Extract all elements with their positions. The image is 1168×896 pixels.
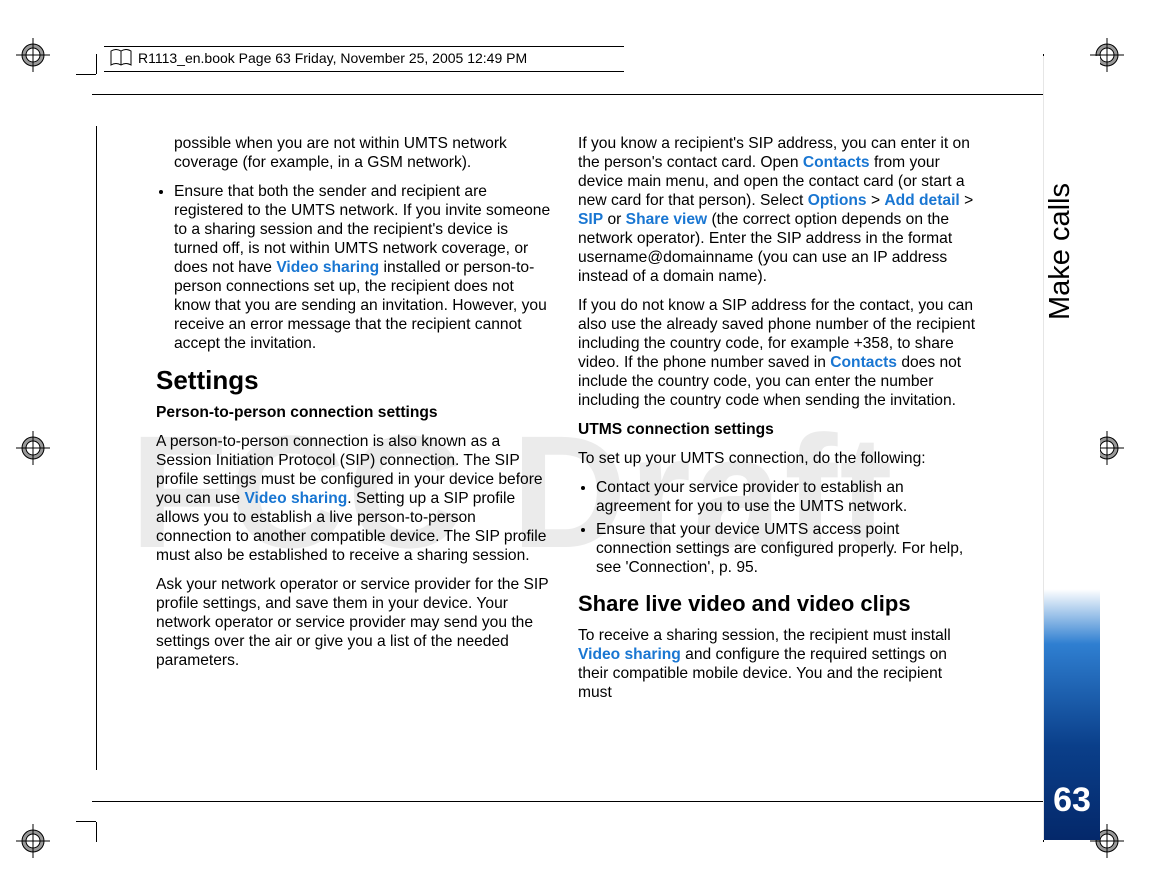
link-text: Video sharing (578, 646, 681, 663)
body-text: > (867, 192, 885, 209)
registration-mark-icon (16, 824, 50, 858)
crop-tick (76, 821, 96, 822)
body-text: Ask your network operator or service pro… (156, 575, 554, 670)
list-item: Ensure that both the sender and recipien… (174, 182, 554, 353)
bullet-list: Ensure that both the sender and recipien… (156, 182, 554, 353)
body-text: A person-to-person connection is also kn… (156, 432, 554, 565)
link-text: Contacts (830, 354, 897, 371)
body-text: To receive a sharing session, the recipi… (578, 626, 976, 702)
section-heading-settings: Settings (156, 365, 554, 397)
body-text: possible when you are not within UMTS ne… (174, 134, 554, 172)
body-text: If you know a recipient's SIP address, y… (578, 134, 976, 286)
list-item: Ensure that your device UMTS access poin… (596, 520, 976, 577)
book-icon (110, 49, 132, 67)
list-item: Contact your service provider to establi… (596, 478, 976, 516)
link-text: Add detail (884, 192, 959, 209)
crop-line (96, 126, 97, 770)
link-text: Share view (626, 211, 707, 228)
crop-tick (96, 54, 97, 74)
crop-tick (76, 74, 96, 75)
crop-line (92, 801, 1048, 802)
link-text: Video sharing (244, 490, 347, 507)
registration-mark-icon (16, 431, 50, 465)
left-column: possible when you are not within UMTS ne… (156, 134, 554, 776)
body-text: If you do not know a SIP address for the… (578, 296, 976, 410)
body-text: To set up your UMTS connection, do the f… (578, 449, 976, 468)
body-text: > (960, 192, 973, 209)
crop-line (92, 94, 1048, 95)
page-number: 63 (1044, 781, 1100, 820)
bullet-list: Contact your service provider to establi… (578, 478, 976, 577)
right-column: If you know a recipient's SIP address, y… (578, 134, 976, 776)
registration-mark-icon (16, 38, 50, 72)
link-text: Options (808, 192, 867, 209)
subheading-p2p: Person-to-person connection settings (156, 403, 554, 422)
subheading-utms: UTMS connection settings (578, 420, 976, 439)
crop-tick (96, 822, 97, 842)
page-content: possible when you are not within UMTS ne… (156, 134, 976, 776)
body-text: To receive a sharing session, the recipi… (578, 627, 951, 644)
chapter-title: Make calls (1044, 90, 1100, 326)
section-heading-share: Share live video and video clips (578, 591, 976, 618)
link-text: Video sharing (276, 259, 379, 276)
side-tab: Make calls 63 (1044, 56, 1100, 840)
framemaker-header: R1113_en.book Page 63 Friday, November 2… (104, 46, 624, 72)
body-text: or (603, 211, 626, 228)
link-text: SIP (578, 211, 603, 228)
link-text: Contacts (803, 154, 870, 171)
header-text: R1113_en.book Page 63 Friday, November 2… (138, 50, 527, 66)
